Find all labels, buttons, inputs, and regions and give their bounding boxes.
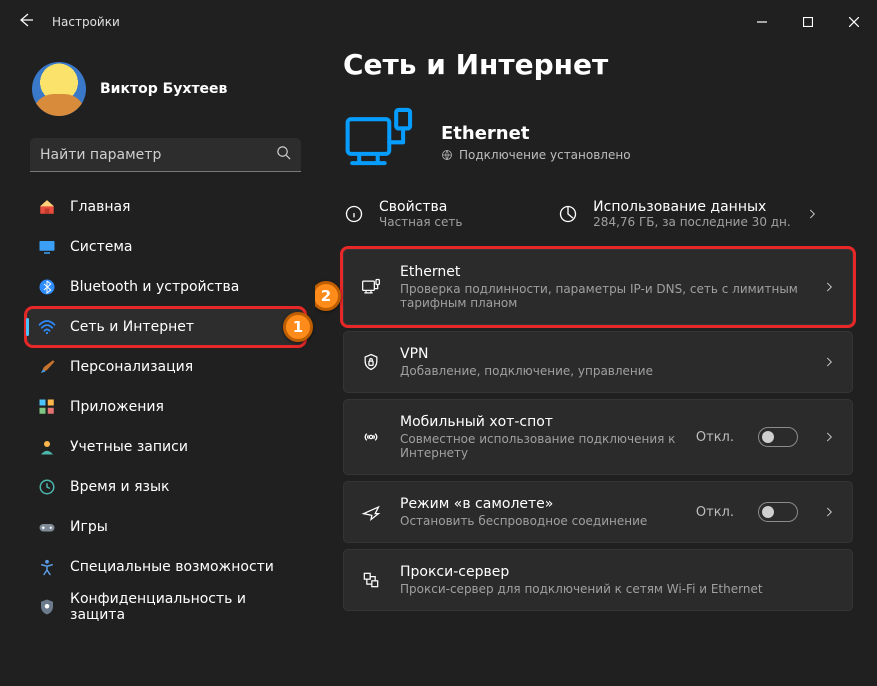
sidebar-item-personalization[interactable]: Персонализация [26,348,305,386]
usage-icon [557,203,579,225]
sidebar-item-bluetooth[interactable]: Bluetooth и устройства [26,268,305,306]
window-controls [739,6,877,38]
hotspot-icon [360,427,382,447]
nav: Главная Система Bluetooth и устройства С… [26,188,305,626]
card-ethernet[interactable]: Ethernet Проверка подлинности, параметры… [343,249,853,325]
airplane-toggle[interactable] [758,502,798,522]
system-icon [38,238,56,256]
search-box[interactable] [30,138,301,172]
callout-badge-1: 1 [283,312,313,342]
back-icon[interactable] [18,12,34,32]
callout-badge-2: 2 [315,281,341,311]
close-button[interactable] [831,6,877,38]
wifi-icon [38,318,56,336]
ethernet-hero-icon [343,103,417,181]
vpn-icon [360,352,382,372]
info-sub: Частная сеть [379,215,462,229]
brush-icon [38,358,56,376]
proxy-icon [360,570,382,590]
ethernet-icon [360,277,382,297]
card-title: Режим «в самолете» [400,496,678,512]
sidebar-item-system[interactable]: Система [26,228,305,266]
sidebar-item-label: Игры [70,519,108,535]
chevron-right-icon [822,280,836,294]
sidebar-item-label: Сеть и Интернет [70,319,194,335]
home-icon [38,198,56,216]
sidebar-item-label: Главная [70,199,130,215]
sidebar-item-label: Приложения [70,399,164,415]
accessibility-icon [38,558,56,576]
card-title: Прокси-сервер [400,564,836,580]
toggle-state: Откл. [696,505,734,520]
card-sub: Совместное использование подключения к И… [400,432,678,460]
hotspot-toggle[interactable] [758,427,798,447]
sidebar-item-label: Учетные записи [70,439,188,455]
shield-icon [38,598,56,616]
card-title: Мобильный хот-спот [400,414,678,430]
bluetooth-icon [38,278,56,296]
search-input[interactable] [40,147,276,163]
info-title: Свойства [379,199,462,215]
search-icon [276,145,291,164]
sidebar-item-time[interactable]: Время и язык [26,468,305,506]
card-sub: Проверка подлинности, параметры IP-и DNS… [400,282,804,310]
titlebar: Настройки [0,0,877,44]
chevron-right-icon [805,207,819,221]
sidebar-item-label: Система [70,239,132,255]
info-sub: 284,76 ГБ, за последние 30 дн. [593,215,791,229]
network-info-row: Свойства Частная сеть Использование данн… [343,199,853,229]
clock-icon [38,478,56,496]
chevron-right-icon [822,505,836,519]
globe-icon [441,149,453,161]
chevron-right-icon [822,355,836,369]
card-sub: Остановить беспроводное соединение [400,514,678,528]
gamepad-icon [38,518,56,536]
sidebar: Виктор Бухтеев Главная Система Bluetooth… [0,44,315,686]
minimize-button[interactable] [739,6,785,38]
card-airplane[interactable]: Режим «в самолете» Остановить беспроводн… [343,481,853,543]
page-title: Сеть и Интернет [343,48,853,81]
sidebar-item-home[interactable]: Главная [26,188,305,226]
maximize-button[interactable] [785,6,831,38]
window-title: Настройки [52,15,120,29]
card-vpn[interactable]: VPN Добавление, подключение, управление [343,331,853,393]
account-icon [38,438,56,456]
sidebar-item-network[interactable]: Сеть и Интернет 1 [26,308,305,346]
hero-sub: Подключение установлено [441,148,631,162]
card-sub: Прокси-сервер для подключений к сетям Wi… [400,582,836,596]
sidebar-item-label: Bluetooth и устройства [70,279,239,295]
network-hero: Ethernet Подключение установлено [343,103,853,181]
sidebar-item-accessibility[interactable]: Специальные возможности [26,548,305,586]
sidebar-item-label: Конфиденциальность и защита [70,591,293,623]
sidebar-item-apps[interactable]: Приложения [26,388,305,426]
card-proxy[interactable]: Прокси-сервер Прокси-сервер для подключе… [343,549,853,611]
toggle-state: Откл. [696,430,734,445]
card-hotspot[interactable]: Мобильный хот-спот Совместное использова… [343,399,853,475]
info-icon [343,203,365,225]
sidebar-item-label: Специальные возможности [70,559,274,575]
airplane-icon [360,502,382,522]
sidebar-item-label: Персонализация [70,359,193,375]
card-title: Ethernet [400,264,804,280]
sidebar-item-label: Время и язык [70,479,169,495]
sidebar-item-privacy[interactable]: Конфиденциальность и защита [26,588,305,626]
hero-title: Ethernet [441,123,631,144]
profile-name: Виктор Бухтеев [100,81,227,97]
sidebar-item-gaming[interactable]: Игры [26,508,305,546]
profile[interactable]: Виктор Бухтеев [26,62,305,116]
avatar [32,62,86,116]
main-content: Сеть и Интернет Ethernet Подключение уст… [315,44,877,686]
chevron-right-icon [822,430,836,444]
properties-link[interactable]: Свойства Частная сеть [343,199,557,229]
apps-icon [38,398,56,416]
data-usage-link[interactable]: Использование данных 284,76 ГБ, за после… [557,199,853,229]
card-title: VPN [400,346,804,362]
sidebar-item-accounts[interactable]: Учетные записи [26,428,305,466]
info-title: Использование данных [593,199,791,215]
card-sub: Добавление, подключение, управление [400,364,804,378]
